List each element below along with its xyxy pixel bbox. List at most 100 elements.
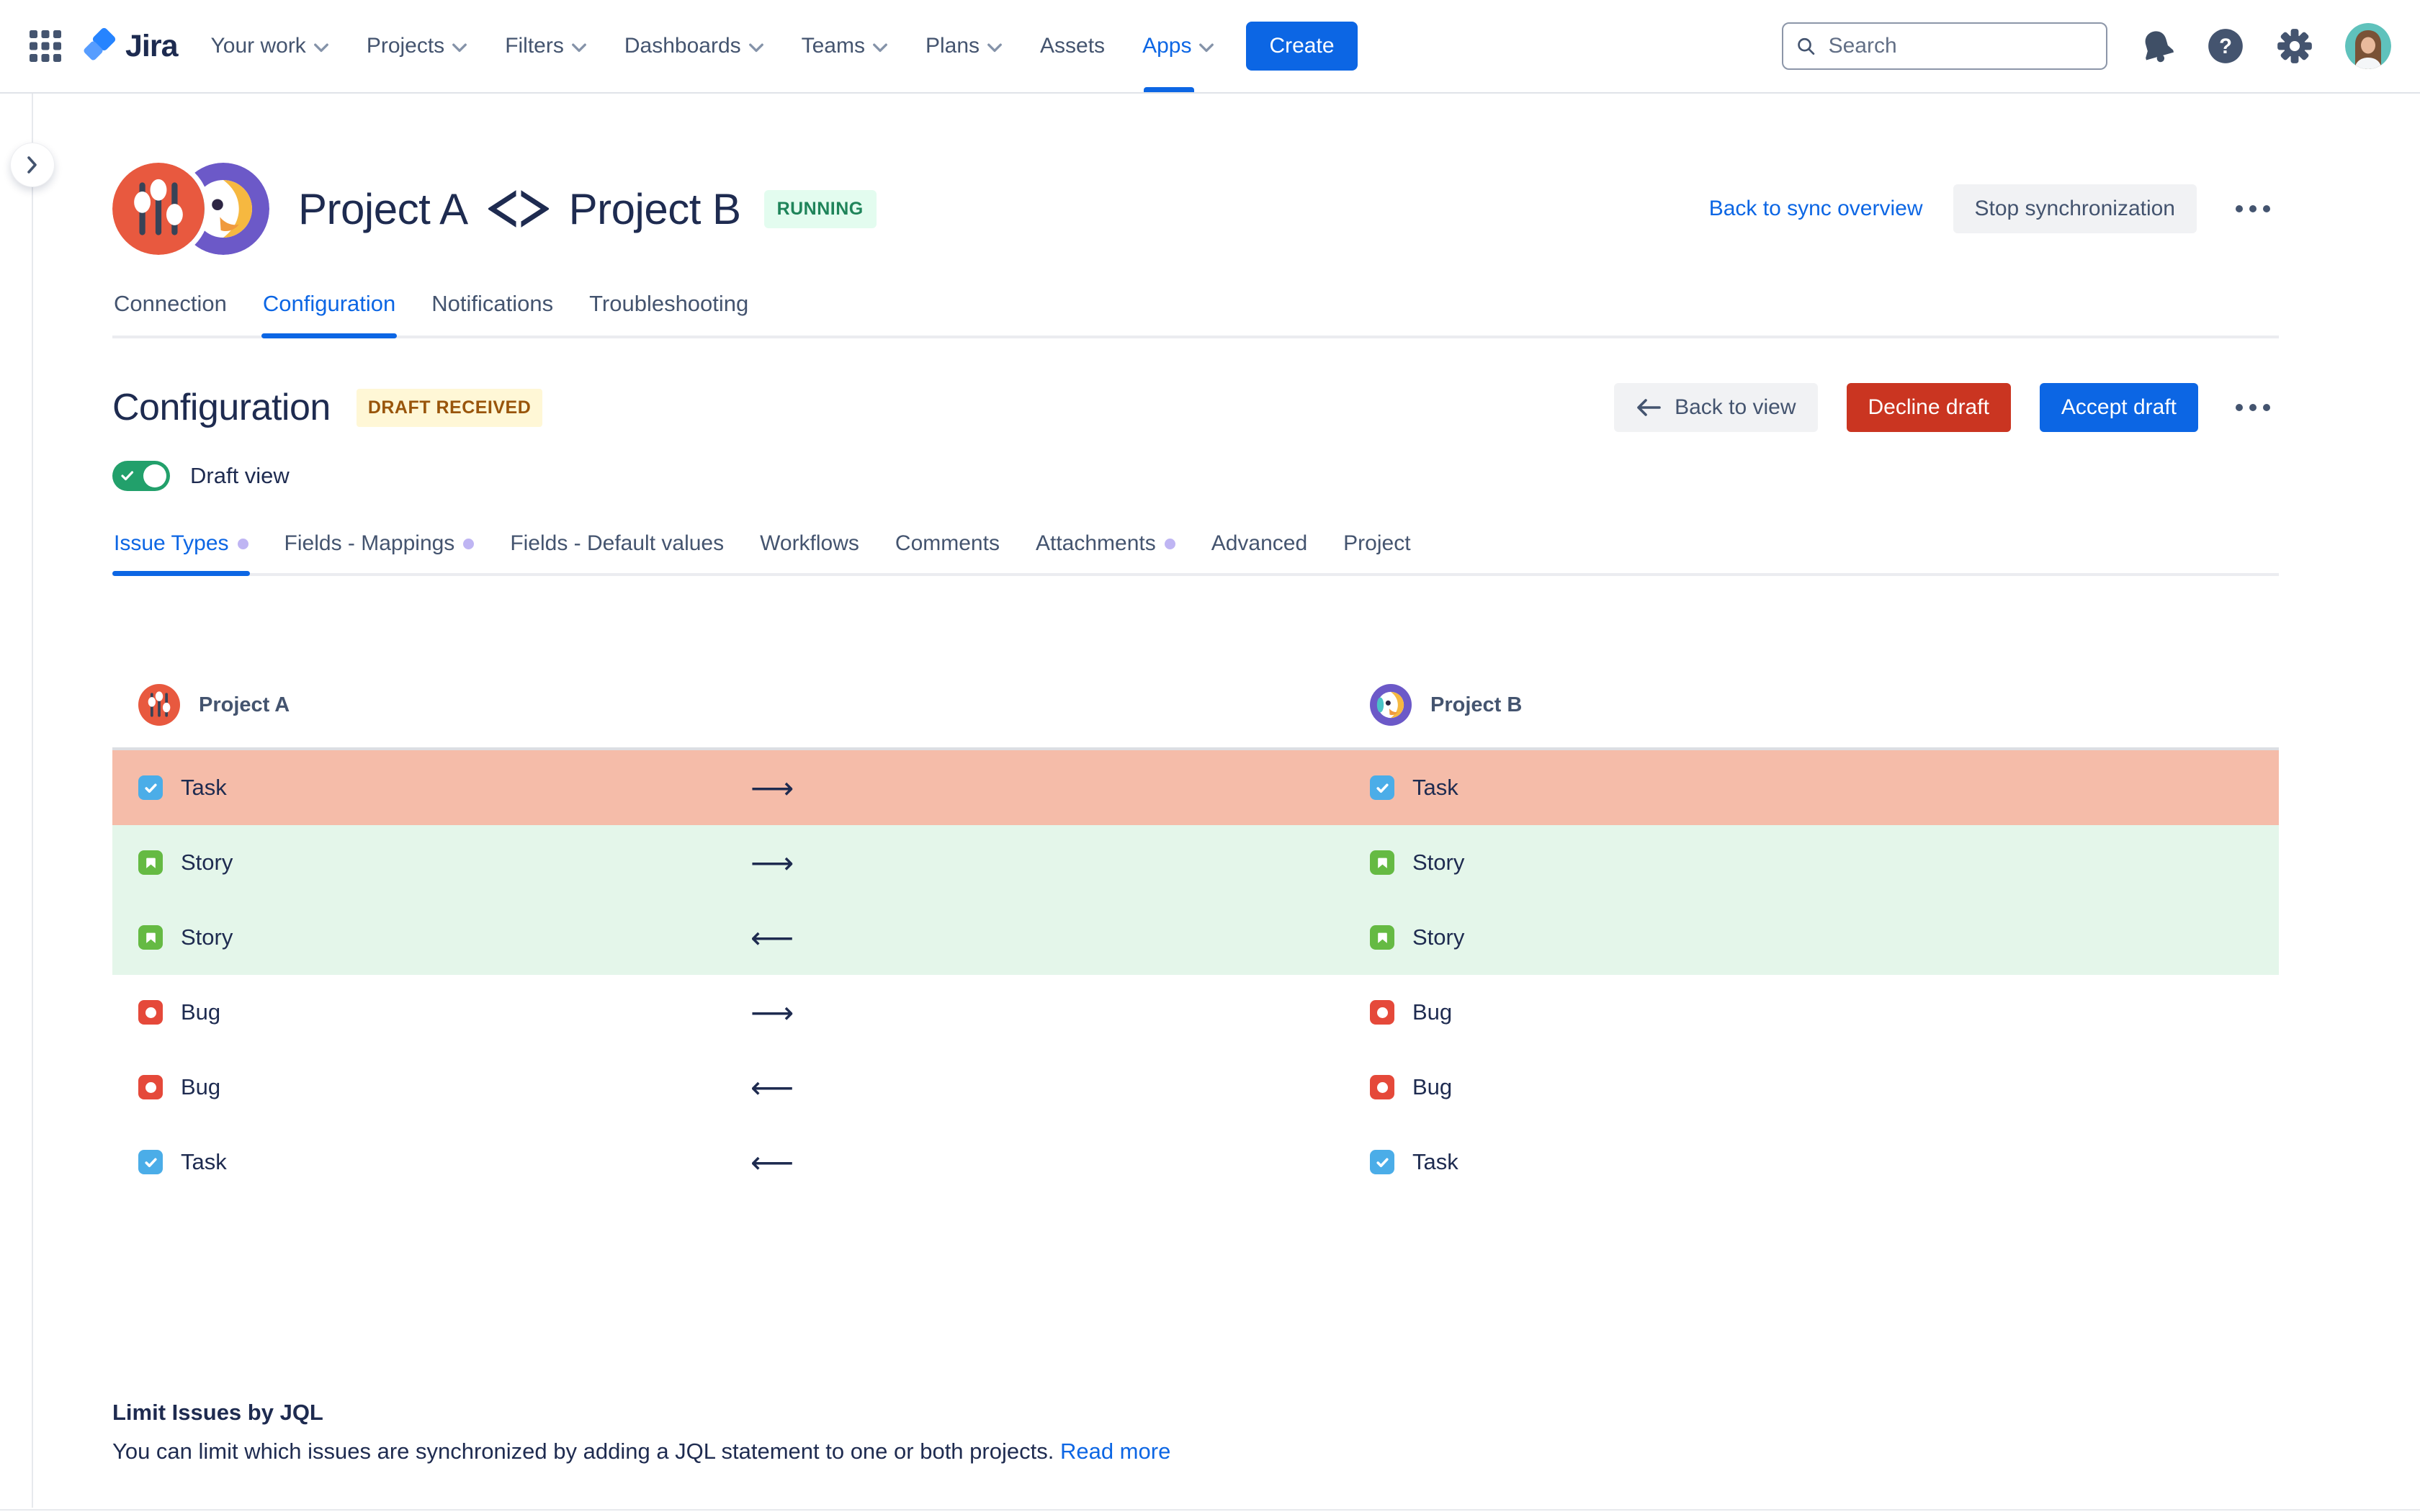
issue-type-label: Task bbox=[181, 1149, 227, 1175]
bug-icon bbox=[138, 1075, 163, 1099]
issue-type-label: Story bbox=[181, 924, 233, 950]
story-icon bbox=[1370, 850, 1394, 875]
nav-item-projects[interactable]: Projects bbox=[367, 0, 467, 92]
sidebar-expand-button[interactable] bbox=[11, 143, 54, 186]
nav-item-apps[interactable]: Apps bbox=[1142, 0, 1214, 92]
mapping-header-project-b: Project B bbox=[1370, 684, 2279, 726]
create-button[interactable]: Create bbox=[1246, 22, 1357, 71]
mapping-header-project-a-label: Project A bbox=[199, 693, 290, 717]
check-icon bbox=[120, 469, 135, 483]
mapping-row-3: Story ⟵ Story bbox=[112, 900, 2279, 975]
mapping-right-cell: Task bbox=[1370, 775, 2279, 801]
page-tabs-inner: Connection Configuration Notifications Trou… bbox=[112, 291, 2279, 336]
arrow-right-icon: ⟶ bbox=[750, 995, 1370, 1030]
configuration-header: Configuration DRAFT RECEIVED Back to vie… bbox=[112, 383, 2279, 432]
arrow-left-icon: ⟵ bbox=[750, 920, 1370, 955]
issue-type-label: Story bbox=[1412, 924, 1464, 950]
task-icon bbox=[138, 1150, 163, 1174]
decline-draft-button[interactable]: Decline draft bbox=[1847, 383, 2011, 432]
change-indicator-dot bbox=[463, 539, 474, 549]
subtab-label: Issue Types bbox=[114, 531, 229, 556]
issue-type-label: Story bbox=[1412, 850, 1464, 876]
jql-section: Limit Issues by JQL You can limit which … bbox=[112, 1400, 2279, 1464]
jql-heading: Limit Issues by JQL bbox=[112, 1400, 2279, 1426]
subtab-label: Workflows bbox=[760, 531, 859, 556]
mapping-row-1: Task⟶Task bbox=[112, 750, 2279, 825]
jira-logo-text: Jira bbox=[125, 29, 178, 64]
subtab-project[interactable]: Project bbox=[1342, 531, 1412, 573]
nav-item-your-work[interactable]: Your work bbox=[211, 0, 329, 92]
nav-item-plans[interactable]: Plans bbox=[926, 0, 1003, 92]
mapping-left-cell: Task bbox=[138, 775, 750, 801]
draft-view-toggle[interactable] bbox=[112, 461, 170, 491]
settings-gear-icon[interactable] bbox=[2276, 27, 2313, 65]
draft-received-badge: DRAFT RECEIVED bbox=[357, 389, 542, 427]
header-more-actions-button[interactable] bbox=[2227, 197, 2279, 221]
chevron-down-icon bbox=[452, 43, 467, 53]
mapping-header-project-a: Project A bbox=[138, 684, 750, 726]
help-icon[interactable]: ? bbox=[2207, 27, 2244, 65]
project-avatars bbox=[112, 163, 271, 255]
nav-item-dashboards[interactable]: Dashboards bbox=[624, 0, 764, 92]
draft-view-row: Draft view bbox=[112, 461, 2279, 491]
project-a-avatar-small bbox=[138, 684, 180, 726]
issue-type-label: Task bbox=[1412, 775, 1458, 801]
nav-item-label: Plans bbox=[926, 34, 980, 58]
chevron-down-icon bbox=[872, 43, 888, 53]
subtab-comments[interactable]: Comments bbox=[894, 531, 1001, 573]
tab-configuration[interactable]: Configuration bbox=[261, 291, 397, 336]
tab-troubleshooting[interactable]: Troubleshooting bbox=[588, 291, 750, 336]
mapping-right-cell: Bug bbox=[1370, 1074, 2279, 1100]
mapping-right-cell: Story bbox=[1370, 850, 2279, 876]
chevron-down-icon bbox=[748, 43, 764, 53]
issue-type-label: Story bbox=[181, 850, 233, 876]
tab-notifications[interactable]: Notifications bbox=[430, 291, 555, 336]
mapping-left-cell: Story bbox=[138, 924, 750, 950]
subtab-fields-mappings[interactable]: Fields - Mappings bbox=[283, 531, 476, 573]
subtab-workflows[interactable]: Workflows bbox=[758, 531, 861, 573]
back-to-sync-overview-link[interactable]: Back to sync overview bbox=[1709, 197, 1923, 221]
tab-connection[interactable]: Connection bbox=[112, 291, 228, 336]
nav-item-label: Teams bbox=[802, 34, 865, 58]
mapping-right-cell: Story bbox=[1370, 924, 2279, 950]
left-rail-divider bbox=[32, 94, 33, 1508]
accept-draft-button[interactable]: Accept draft bbox=[2040, 383, 2198, 432]
subtab-fields-default-values[interactable]: Fields - Default values bbox=[508, 531, 725, 573]
subtab-issue-types[interactable]: Issue Types bbox=[112, 531, 250, 573]
grid-icon bbox=[29, 30, 62, 63]
mapping-header-row: Project A Project B bbox=[112, 684, 2279, 726]
mapping-left-cell: Task bbox=[138, 1149, 750, 1175]
bug-icon bbox=[138, 1000, 163, 1025]
nav-item-teams[interactable]: Teams bbox=[802, 0, 888, 92]
toggle-knob bbox=[143, 464, 166, 487]
mapping-row-4: Bug⟶Bug bbox=[112, 975, 2279, 1050]
read-more-link[interactable]: Read more bbox=[1060, 1439, 1170, 1464]
mapping-left-cell: Bug bbox=[138, 999, 750, 1025]
back-to-view-button[interactable]: Back to view bbox=[1614, 383, 1817, 432]
running-status-badge: RUNNING bbox=[764, 190, 877, 228]
jira-logo-icon bbox=[81, 27, 118, 65]
stop-synchronization-button[interactable]: Stop synchronization bbox=[1953, 184, 2197, 233]
search-input[interactable] bbox=[1827, 33, 2093, 59]
notifications-bell-icon[interactable] bbox=[2139, 28, 2175, 64]
configuration-more-actions-button[interactable] bbox=[2227, 395, 2279, 420]
search-box[interactable] bbox=[1782, 22, 2107, 70]
mapping-header-project-b-label: Project B bbox=[1430, 693, 1522, 717]
mapping-right-cell: Bug bbox=[1370, 999, 2279, 1025]
bug-dot bbox=[1377, 1082, 1388, 1093]
nav-right: ? bbox=[1782, 22, 2391, 70]
nav-item-filters[interactable]: Filters bbox=[505, 0, 587, 92]
nav-left: Jira Your work Projects Filters Dashboards T… bbox=[29, 0, 1358, 92]
subtab-attachments[interactable]: Attachments bbox=[1034, 531, 1177, 573]
mapping-row-6: Task⟵Task bbox=[112, 1125, 2279, 1200]
nav-item-assets[interactable]: Assets bbox=[1040, 0, 1105, 92]
mapping-row-2: Story⟶Story bbox=[112, 825, 2279, 900]
nav-item-label: Dashboards bbox=[624, 34, 741, 58]
story-icon bbox=[1370, 925, 1394, 950]
user-avatar[interactable] bbox=[2345, 23, 2391, 69]
app-switcher-icon[interactable] bbox=[29, 30, 62, 63]
jira-logo[interactable]: Jira bbox=[81, 27, 178, 65]
nav-item-label: Projects bbox=[367, 34, 444, 58]
subtab-advanced[interactable]: Advanced bbox=[1210, 531, 1309, 573]
subtab-label: Fields - Mappings bbox=[284, 531, 455, 556]
